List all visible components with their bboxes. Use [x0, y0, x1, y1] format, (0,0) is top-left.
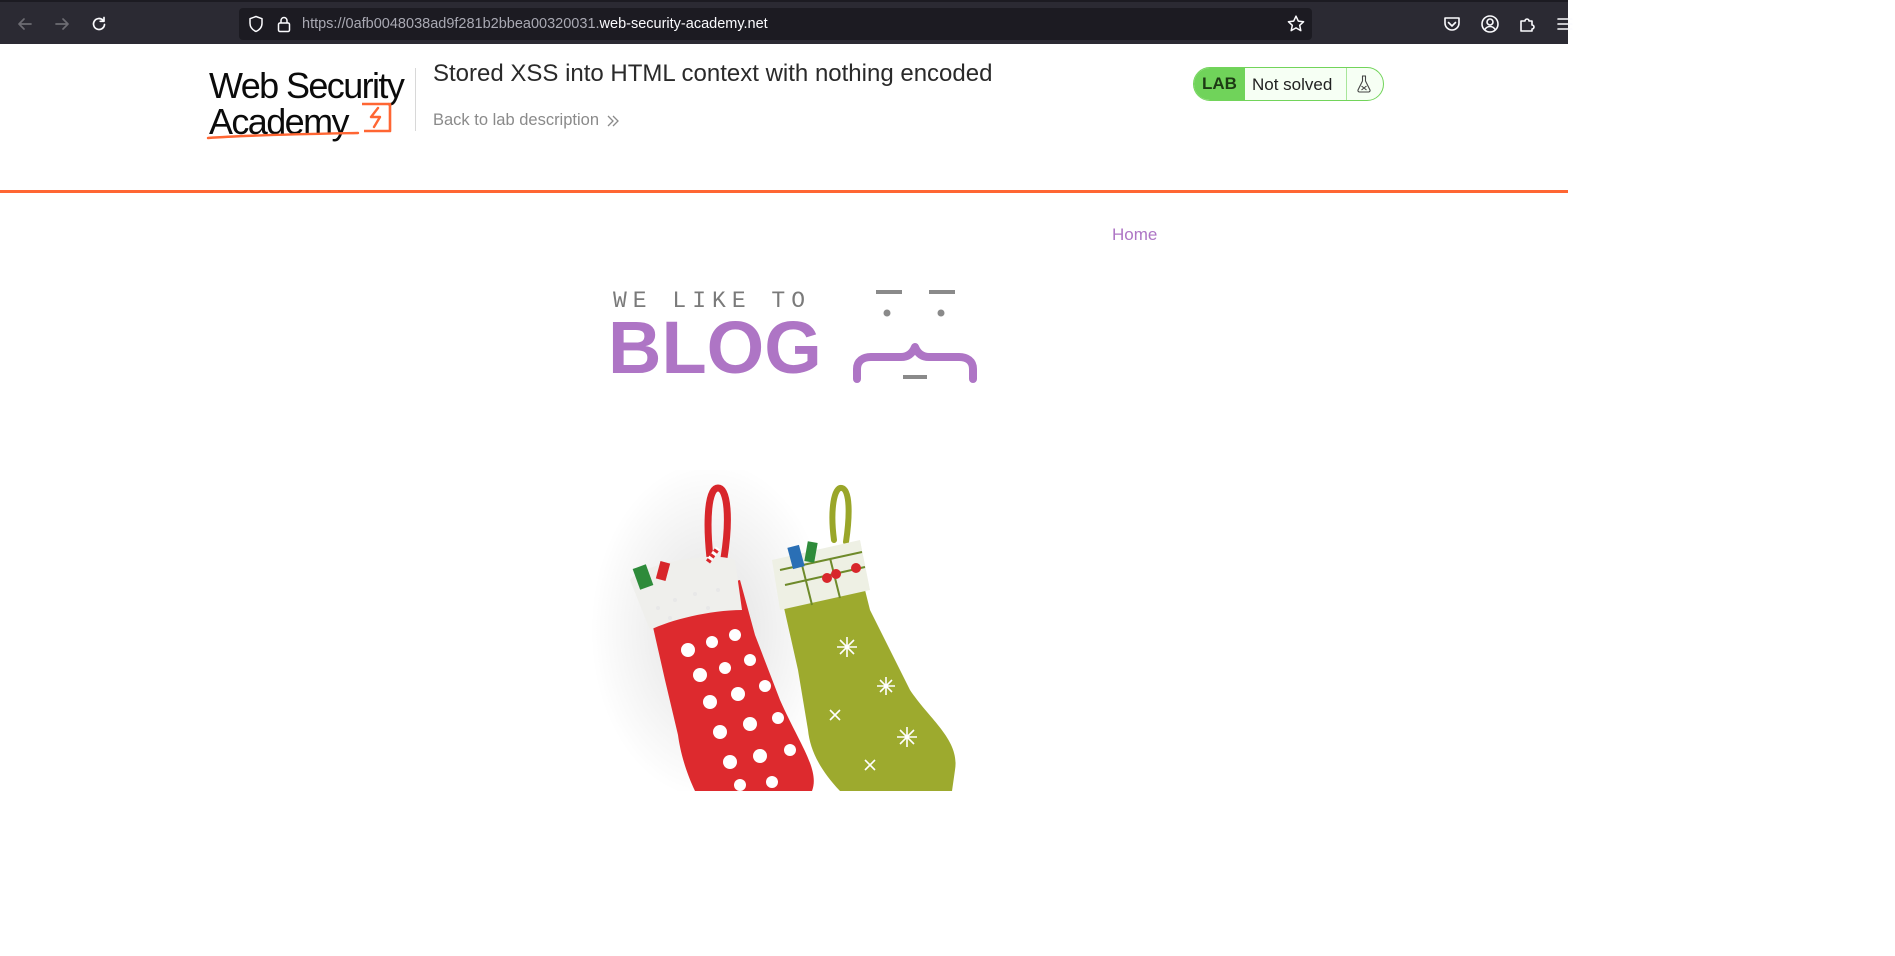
logo-bolt-icon [206, 102, 392, 140]
lab-header: Web Security Academy Stored XSS into HTM… [0, 44, 1568, 193]
pocket-icon[interactable] [1442, 14, 1462, 34]
blog-face-icon [853, 290, 977, 383]
back-arrow-icon [18, 18, 32, 30]
flask-icon[interactable] [1354, 74, 1374, 94]
star-icon[interactable] [1286, 14, 1306, 34]
lab-status-separator [1346, 68, 1347, 100]
double-chevron-right-icon [607, 115, 619, 126]
account-icon[interactable] [1480, 14, 1500, 34]
logo-line1: Web Security [209, 65, 405, 106]
url-domain: web-security-academy.net [599, 16, 768, 32]
menu-icon[interactable] [1555, 14, 1575, 34]
blog-title: BLOG [608, 306, 822, 389]
nav-home-link[interactable]: Home [1112, 225, 1157, 245]
back-to-lab-description-link[interactable]: Back to lab description [433, 111, 620, 130]
header-divider [415, 68, 416, 131]
browser-toolbar: https://0afb0048038ad9f281b2bbea00320031… [0, 0, 1573, 44]
lock-icon[interactable] [276, 15, 292, 33]
back-button[interactable] [10, 9, 40, 39]
lab-badge: LAB [1194, 68, 1245, 100]
lab-title: Stored XSS into HTML context with nothin… [433, 60, 993, 87]
url-prefix: https://0afb0048038ad9f281b2bbea00320031… [302, 16, 600, 32]
url-bar[interactable]: https://0afb0048038ad9f281b2bbea00320031… [239, 8, 1312, 40]
blog-logo: WE LIKE TO BLOG [606, 283, 986, 388]
url-text[interactable]: https://0afb0048038ad9f281b2bbea00320031… [302, 16, 768, 32]
reload-icon [92, 16, 106, 31]
lab-status-widget: LAB Not solved [1193, 67, 1384, 101]
extensions-icon[interactable] [1517, 14, 1537, 34]
reload-button[interactable] [84, 9, 114, 39]
academy-logo[interactable]: Web Security Academy [206, 64, 416, 142]
back-link-label: Back to lab description [433, 111, 600, 129]
lab-status-text: Not solved [1252, 75, 1333, 94]
forward-button[interactable] [47, 9, 77, 39]
christmas-stockings-image [590, 470, 956, 791]
shield-icon[interactable] [247, 15, 265, 33]
forward-arrow-icon [55, 18, 69, 30]
